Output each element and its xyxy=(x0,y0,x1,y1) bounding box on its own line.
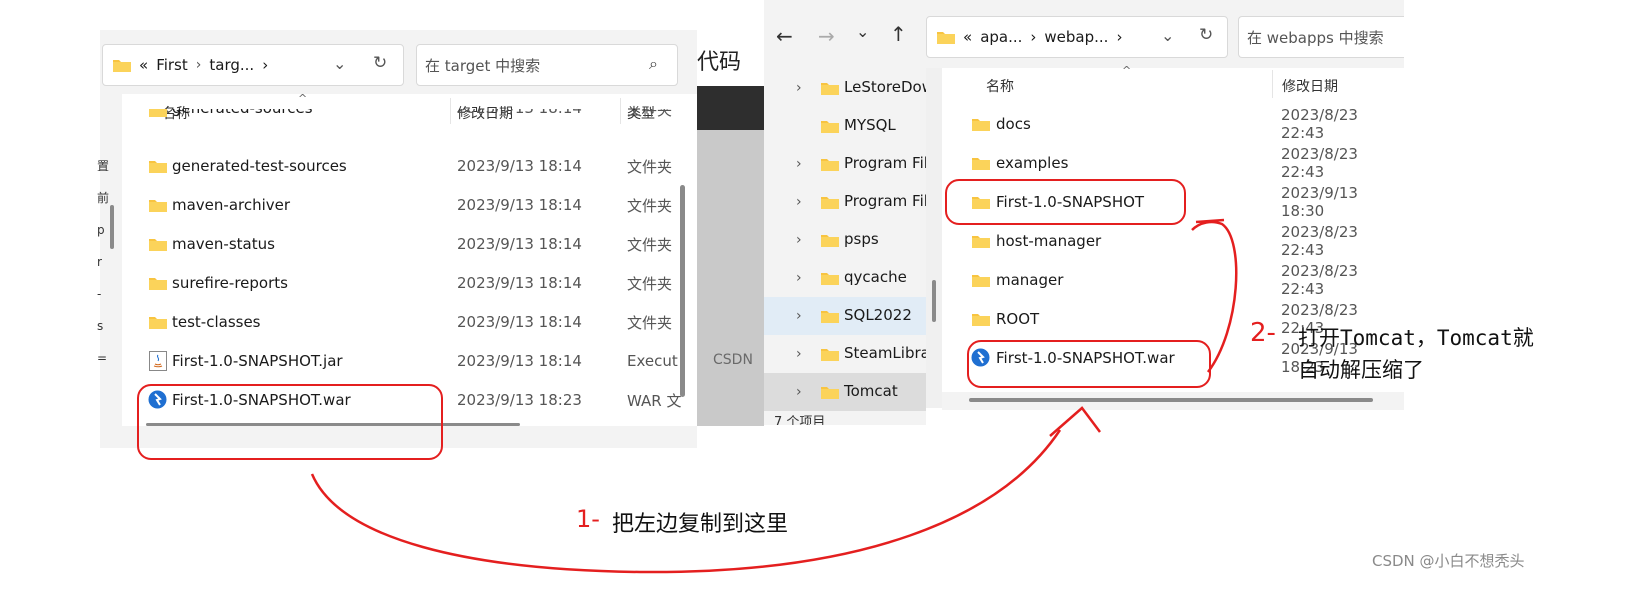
annotation-arrows xyxy=(310,218,1238,574)
extract-arrow-curve xyxy=(1191,220,1238,373)
note-1-text: 把左边复制到这里 xyxy=(612,512,789,537)
arrow-head-icon xyxy=(1195,218,1225,224)
copy-arrow-curve xyxy=(310,429,1062,574)
note-2-text-line1: 打开Tomcat，Tomcat就 xyxy=(1298,326,1534,350)
watermark: CSDN @小白不想秃头 xyxy=(1372,552,1525,570)
note-1-number: 1- xyxy=(576,505,600,533)
note-2-text-line2: 自动解压缩了 xyxy=(1298,358,1424,382)
note-2-number: 2- xyxy=(1250,318,1276,348)
